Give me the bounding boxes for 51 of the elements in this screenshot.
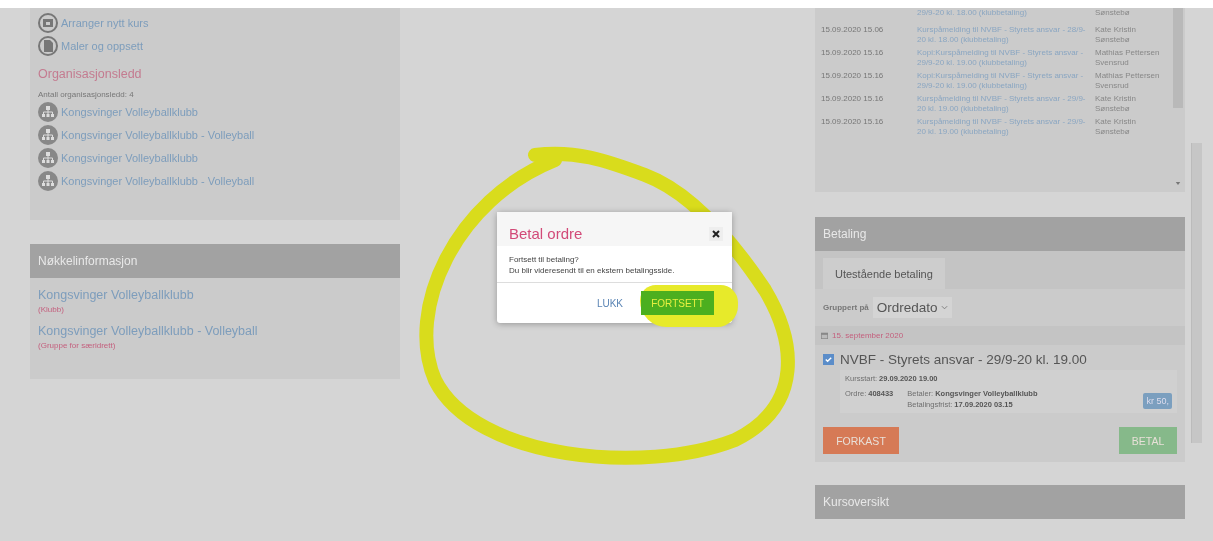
hierarchy-icon: [38, 124, 58, 145]
discard-button[interactable]: FORKAST: [823, 427, 899, 454]
log-time: 15.09.2020 15.16: [821, 117, 885, 128]
close-button[interactable]: [709, 226, 723, 241]
scroll-down-icon[interactable]: [1175, 181, 1181, 186]
date-text: 15. september 2020: [832, 331, 904, 340]
checkbox[interactable]: [823, 354, 834, 365]
amount-badge: kr 50,: [1143, 393, 1172, 409]
menu-link[interactable]: Maler og oppsett: [38, 34, 392, 57]
group-dropdown[interactable]: Ordredato: [872, 297, 952, 318]
organization-link[interactable]: Kongsvinger Volleyballklubb - Volleyball: [38, 324, 392, 338]
hierarchy-icon: [38, 170, 58, 191]
panel-header: Betaling: [815, 217, 1185, 251]
log-author: Kate Kristin Sønstebø: [1095, 25, 1137, 45]
dialog-message: Fortsett til betaling?: [509, 254, 580, 265]
count-text: Antall organisasjonsledd: 4: [38, 90, 135, 99]
organization-link[interactable]: Kongsvinger Volleyballklubb: [38, 146, 392, 169]
log-author: Kate Kristin Sønstebø: [1095, 117, 1137, 137]
continue-button[interactable]: FORTSETT: [641, 291, 714, 315]
panel-header: Nøkkelinformasjon: [30, 244, 400, 278]
menu-link[interactable]: Arranger nytt kurs: [38, 11, 392, 34]
log-author: Sønstebø: [1095, 8, 1131, 18]
log-time: 15.09.2020 15.16: [821, 71, 885, 82]
calendar-icon: [821, 332, 828, 339]
group-label: Gruppert på: [823, 303, 869, 312]
organization-link[interactable]: Kongsvinger Volleyballklubb - Volleyball: [38, 169, 392, 192]
organization-link[interactable]: Kongsvinger Volleyballklubb - Volleyball: [38, 123, 392, 146]
panel-header: Kursoversikt: [815, 485, 1185, 519]
tab[interactable]: Utestående betaling: [823, 258, 945, 289]
section-title: Organisasjonsledd: [38, 67, 143, 81]
hierarchy-icon: [38, 147, 58, 168]
log-time: 15.09.2020 15.16: [821, 48, 885, 59]
organization-link[interactable]: Kongsvinger Volleyballklubb: [38, 288, 392, 302]
organization-link[interactable]: Kongsvinger Volleyballklubb: [38, 100, 392, 123]
document-icon: [38, 35, 58, 56]
log-time: 15.09.2020 15.16: [821, 94, 885, 105]
scrollbar[interactable]: [1191, 143, 1202, 443]
log-author: Kate Kristin Sønstebø: [1095, 94, 1137, 114]
dialog-title: Betal ordre: [509, 225, 583, 242]
close-link-button[interactable]: LUKK: [590, 296, 629, 310]
scrollbar[interactable]: [1173, 8, 1183, 108]
organization-type: (Klubb): [38, 305, 65, 314]
dialog-message: Du blir videresendt til en ekstern betalingsside.: [509, 265, 676, 276]
organization-type: (Gruppe for særidrett): [38, 341, 117, 350]
calendar-icon: [38, 12, 58, 33]
pay-button[interactable]: BETAL: [1119, 427, 1177, 454]
log-time: 15.09.2020 15.06: [821, 25, 885, 36]
hierarchy-icon: [38, 101, 58, 122]
close-icon: [711, 228, 721, 239]
order-title: NVBF - Styrets ansvar - 29/9-20 kl. 19.00: [840, 352, 1087, 367]
chevron-down-icon: [940, 305, 948, 310]
